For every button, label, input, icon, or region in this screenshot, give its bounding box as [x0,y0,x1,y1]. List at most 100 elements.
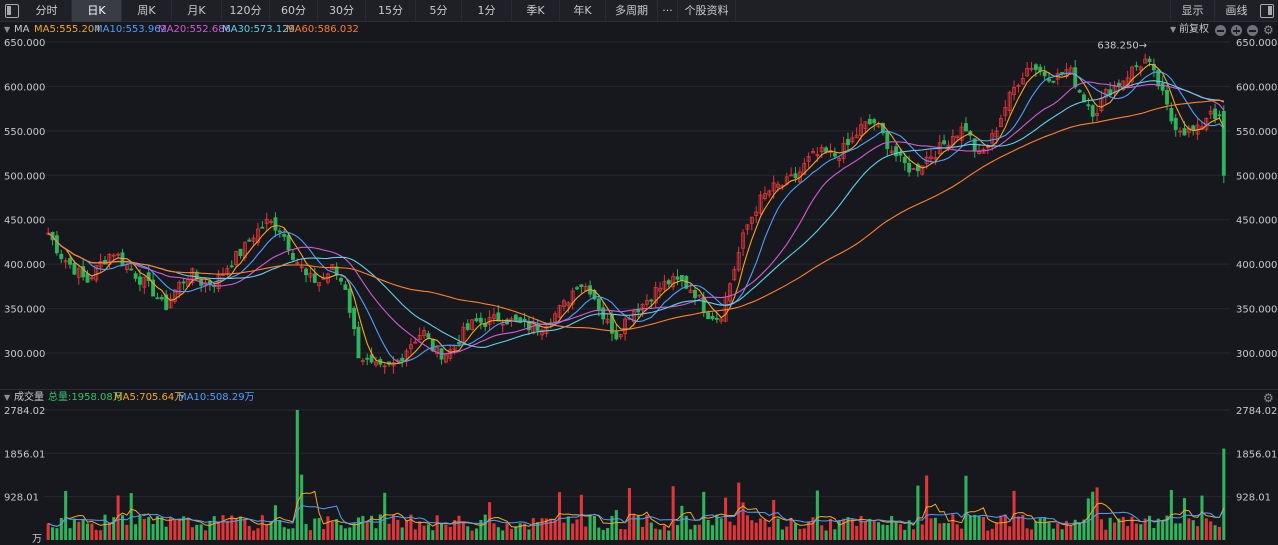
period-tab-11[interactable]: 年K [560,0,606,22]
volume-bar [177,518,181,540]
volume-bar [142,518,146,540]
volume-bar [304,523,308,540]
volume-bar [715,514,719,540]
volume-bar [361,515,365,540]
candle-body [365,357,370,360]
volume-bar [938,523,942,540]
indicator-name[interactable]: MA [14,22,29,38]
volume-title[interactable]: 成交量 [14,390,44,406]
volume-bar [531,518,535,540]
period-tab-3[interactable]: 月K [172,0,222,22]
candle-body [465,323,470,330]
candle-body [286,235,291,251]
volume-bar [103,514,107,540]
period-tab-1[interactable]: 日K [72,0,122,22]
volume-bar [641,526,645,540]
draw-line-button[interactable]: 画线 [1214,0,1258,22]
candle-body [1147,58,1152,62]
display-button[interactable]: 显示 [1170,0,1214,22]
period-tab-2[interactable]: 周K [122,0,172,22]
volume-bar [951,514,955,540]
volume-bar [619,528,623,540]
volume-bar [387,523,391,540]
volume-bar [400,527,404,540]
volume-bar [658,529,662,540]
candle-body [1169,107,1174,122]
volume-bar [234,518,238,540]
candle-body [1182,128,1187,136]
volume-chart[interactable]: 2784.02 2784.02 1856.01 1856.01 928.01 928.01… [0,405,1278,545]
zoom-out-icon[interactable] [1247,25,1258,36]
period-tab-14[interactable]: 个股资料 [678,0,736,22]
candle-body [59,253,64,260]
volume-settings-gear-icon[interactable]: ⚙ [1263,391,1274,405]
left-panel-toggle-icon[interactable] [5,4,19,18]
volume-bar [496,527,500,540]
volume-bar [885,525,889,540]
settings-gear-icon[interactable]: ⚙ [1263,23,1274,37]
volume-bar [540,518,544,540]
volume-bar [1008,526,1012,540]
price-axis-label-left: 400.000 [4,260,45,271]
period-tab-7[interactable]: 15分 [366,0,416,22]
price-axis-label-left: 450.000 [4,216,45,227]
candle-body [155,297,160,300]
volume-bar [710,525,715,540]
candle-body [793,173,798,179]
candle-body [902,157,907,164]
volume-bar [920,524,924,540]
volume-collapse-caret-icon[interactable]: ▼ [4,390,10,406]
adjust-caret-icon[interactable]: ▼ [1170,22,1176,38]
volume-bar [675,525,680,540]
period-tab-0[interactable]: 分时 [22,0,72,22]
volume-bar [1204,518,1208,540]
volume-bar [833,529,837,540]
volume-bar [1152,528,1156,540]
candle-body [614,331,619,340]
period-tab-13[interactable]: ··· [658,0,678,22]
volume-bar [916,485,920,540]
volume-bar [514,526,518,540]
volume-bar [697,524,701,540]
price-axis-label-right: 550.000 [1236,127,1277,138]
volume-bar [77,521,81,540]
volume-bar [356,517,361,540]
ma10-line [47,71,1225,363]
right-panel-toggle-icon[interactable] [1260,4,1274,18]
zoom-in-icon[interactable] [1231,25,1242,36]
candle-body [1213,108,1218,120]
period-tab-10[interactable]: 季K [512,0,560,22]
period-tab-8[interactable]: 5分 [416,0,462,22]
volume-bar [505,523,509,540]
period-tab-4[interactable]: 120分 [222,0,270,22]
volume-bar [230,515,234,540]
volume-bar [614,510,618,540]
candle-body [693,290,697,298]
volume-bar [719,518,723,540]
volume-bar [1139,524,1143,540]
volume-bar [374,528,378,540]
volume-bar [46,523,50,540]
period-tab-9[interactable]: 1分 [462,0,512,22]
volume-bar [343,528,347,540]
volume-bar [999,515,1003,540]
volume-bar [439,523,444,540]
volume-bar [693,524,697,540]
volume-bar [107,522,111,540]
price-chart[interactable]: 650.000 650.000 600.000 600.000 550.000 550.0… [0,38,1278,389]
candle-body [832,153,837,157]
volume-ma5: MA5:705.64万 [114,392,185,403]
period-tab-5[interactable]: 60分 [270,0,318,22]
ma10-label: MA10:553.962 [94,24,167,35]
volume-ma10-line [48,504,1225,527]
volume-bar [601,530,605,540]
candle-body [352,308,357,330]
price-axis-label-left: 350.000 [4,305,45,316]
volume-bar [457,515,461,540]
period-tab-6[interactable]: 30分 [318,0,366,22]
adjust-mode-label[interactable]: 前复权 [1179,22,1209,38]
collapse-caret-icon[interactable]: ▼ [4,22,10,38]
minimize-icon[interactable] [1215,25,1226,36]
candle-body [85,273,90,283]
period-tab-12[interactable]: 多周期 [606,0,658,22]
